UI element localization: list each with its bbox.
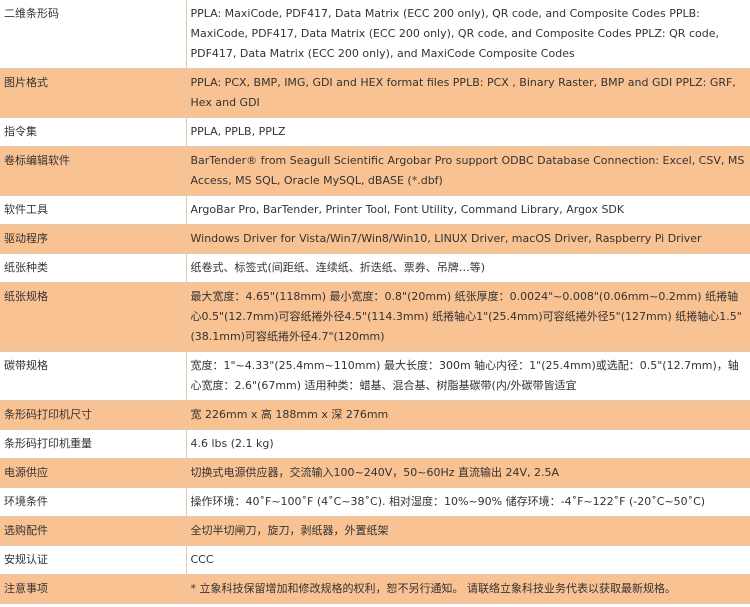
table-row: 纸张规格 最大宽度：4.65"(118mm) 最小宽度：0.8"(20mm) 纸…	[0, 282, 750, 352]
row-label: 纸张种类	[0, 253, 187, 283]
row-label: 环境条件	[0, 487, 187, 517]
row-value: 宽 226mm x 高 188mm x 深 276mm	[186, 400, 750, 430]
table-row: 安规认证 CCC	[0, 545, 750, 575]
spec-table: 二维条形码 PPLA: MaxiCode, PDF417, Data Matri…	[0, 0, 750, 604]
row-value: PPLA, PPLB, PPLZ	[186, 117, 750, 147]
row-value: 宽度：1"~4.33"(25.4mm~110mm) 最大长度：300m 轴心内径…	[186, 351, 750, 401]
table-row: 指令集 PPLA, PPLB, PPLZ	[0, 117, 750, 147]
table-row: 电源供应 切换式电源供应器，交流输入100~240V，50~60Hz 直流输出 …	[0, 458, 750, 488]
row-value: 纸卷式、标签式(间距纸、连续纸、折迭纸、票券、吊牌…等)	[186, 253, 750, 283]
row-label: 二维条形码	[0, 0, 187, 69]
row-label: 注意事项	[0, 574, 187, 604]
row-value: 操作环境：40˚F~100˚F (4˚C~38˚C). 相对湿度：10%~90%…	[186, 487, 750, 517]
row-value: 最大宽度：4.65"(118mm) 最小宽度：0.8"(20mm) 纸张厚度：0…	[186, 282, 750, 352]
row-label: 驱动程序	[0, 224, 187, 254]
table-row: 图片格式 PPLA: PCX, BMP, IMG, GDI and HEX fo…	[0, 68, 750, 118]
row-label: 卷标编辑软件	[0, 146, 187, 196]
row-value: 切换式电源供应器，交流输入100~240V，50~60Hz 直流输出 24V, …	[186, 458, 750, 488]
table-row: 碳带规格 宽度：1"~4.33"(25.4mm~110mm) 最大长度：300m…	[0, 351, 750, 401]
row-label: 图片格式	[0, 68, 187, 118]
table-row: 选购配件 全切半切闸刀，旋刀，剥纸器，外置纸架	[0, 516, 750, 546]
row-value: PPLA: MaxiCode, PDF417, Data Matrix (ECC…	[186, 0, 750, 69]
row-value: CCC	[186, 545, 750, 575]
row-value: PPLA: PCX, BMP, IMG, GDI and HEX format …	[186, 68, 750, 118]
table-row: 软件工具 ArgoBar Pro, BarTender, Printer Too…	[0, 195, 750, 225]
table-row: 二维条形码 PPLA: MaxiCode, PDF417, Data Matri…	[0, 0, 750, 69]
row-label: 条形码打印机尺寸	[0, 400, 187, 430]
row-label: 软件工具	[0, 195, 187, 225]
table-row: 卷标编辑软件 BarTender® from Seagull Scientifi…	[0, 146, 750, 196]
table-row: 条形码打印机尺寸 宽 226mm x 高 188mm x 深 276mm	[0, 400, 750, 430]
row-label: 碳带规格	[0, 351, 187, 401]
row-label: 电源供应	[0, 458, 187, 488]
table-row: 纸张种类 纸卷式、标签式(间距纸、连续纸、折迭纸、票券、吊牌…等)	[0, 253, 750, 283]
row-value: 全切半切闸刀，旋刀，剥纸器，外置纸架	[186, 516, 750, 546]
row-value: BarTender® from Seagull Scientific Argob…	[186, 146, 750, 196]
row-label: 纸张规格	[0, 282, 187, 352]
row-value: Windows Driver for Vista/Win7/Win8/Win10…	[186, 224, 750, 254]
row-label: 条形码打印机重量	[0, 429, 187, 459]
row-label: 选购配件	[0, 516, 187, 546]
row-value: * 立象科技保留增加和修改规格的权利，恕不另行通知。 请联络立象科技业务代表以获…	[186, 574, 750, 604]
row-label: 安规认证	[0, 545, 187, 575]
table-row: 环境条件 操作环境：40˚F~100˚F (4˚C~38˚C). 相对湿度：10…	[0, 487, 750, 517]
row-label: 指令集	[0, 117, 187, 147]
row-value: 4.6 lbs (2.1 kg)	[186, 429, 750, 459]
table-row: 注意事项 * 立象科技保留增加和修改规格的权利，恕不另行通知。 请联络立象科技业…	[0, 574, 750, 604]
table-row: 驱动程序 Windows Driver for Vista/Win7/Win8/…	[0, 224, 750, 254]
table-row: 条形码打印机重量 4.6 lbs (2.1 kg)	[0, 429, 750, 459]
row-value: ArgoBar Pro, BarTender, Printer Tool, Fo…	[186, 195, 750, 225]
